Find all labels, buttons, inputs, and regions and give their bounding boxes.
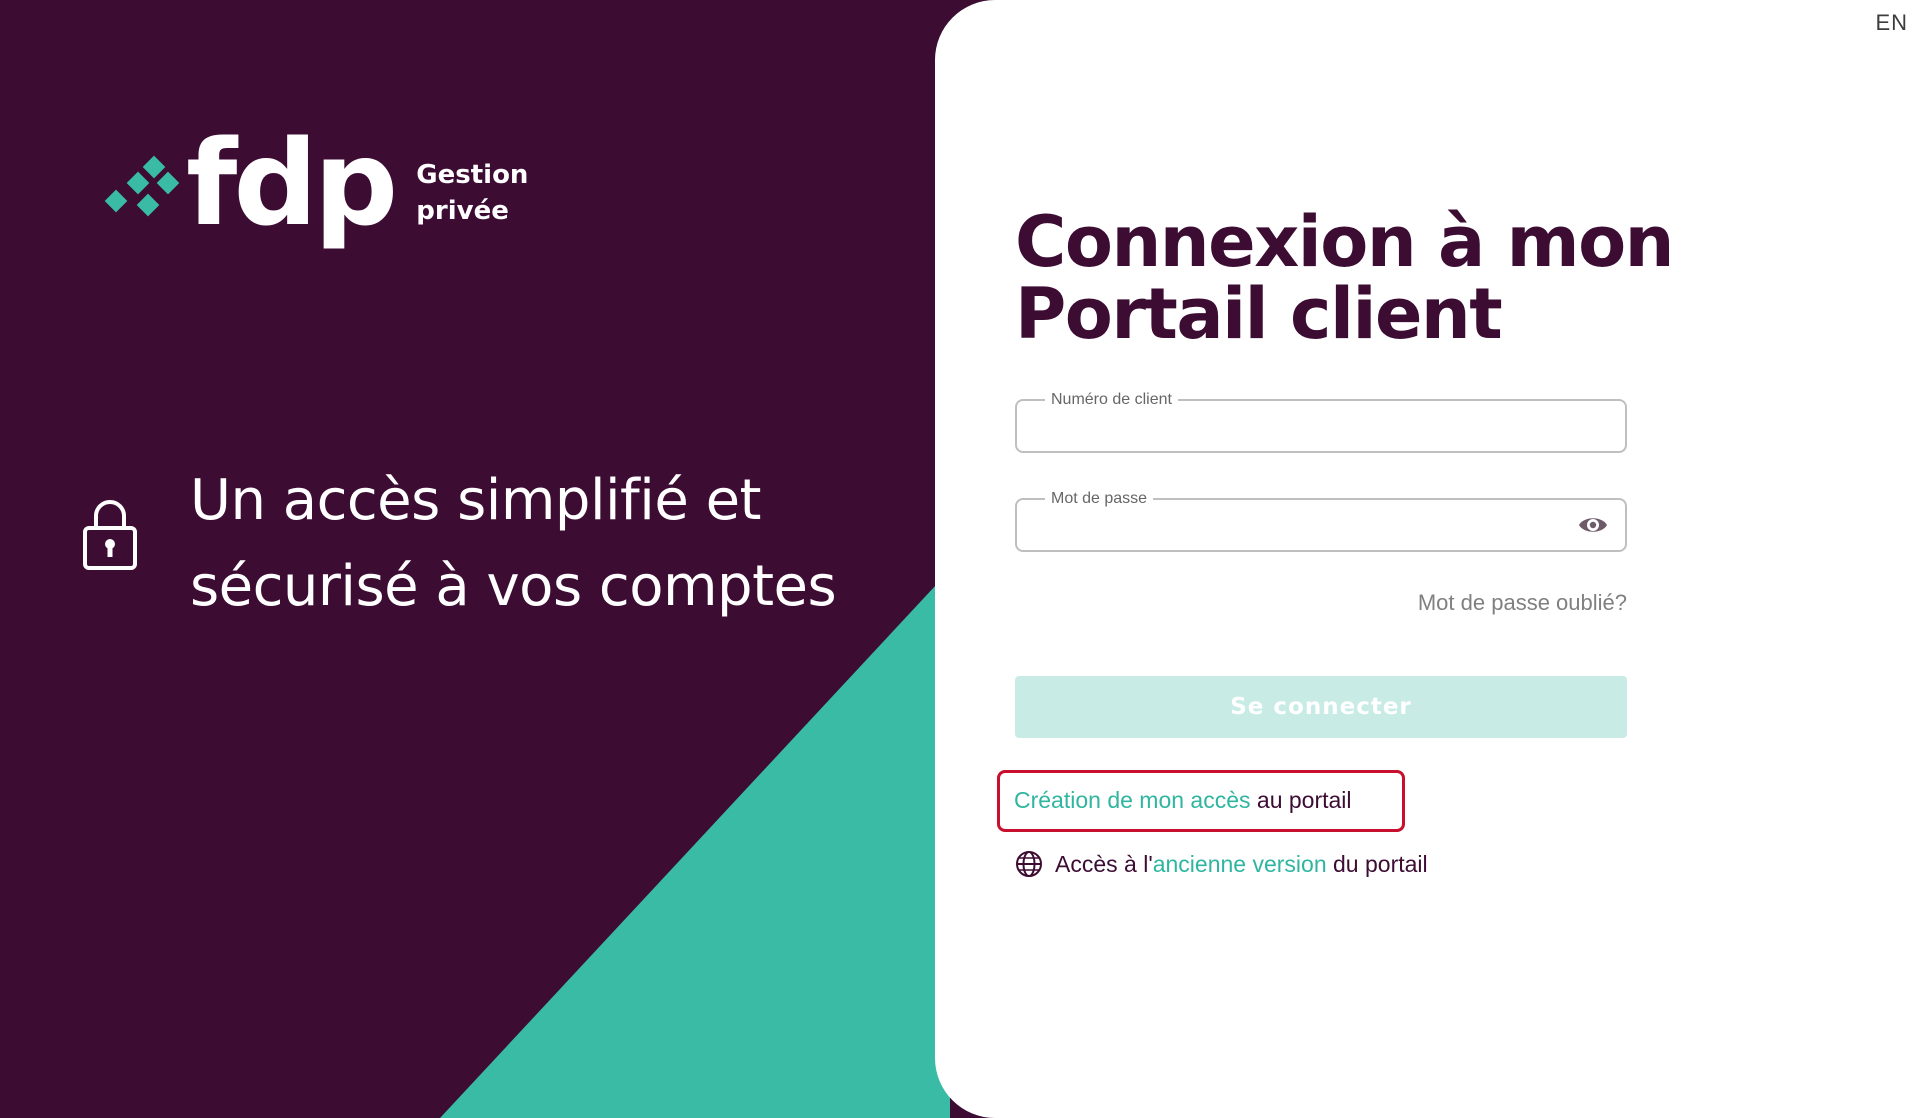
login-page: fdp Gestion privée Un accès simplifié et…	[0, 0, 1920, 1118]
diamond-cluster-icon	[104, 155, 180, 217]
page-title-line2: Portail client	[1015, 273, 1503, 355]
brand-logo: fdp Gestion privée	[100, 124, 528, 242]
brand-subtitle-line1: Gestion	[416, 160, 529, 190]
password-input[interactable]	[1017, 500, 1625, 550]
brand-wordmark: fdp	[186, 114, 398, 252]
password-field: Mot de passe	[1015, 489, 1627, 552]
page-title: Connexion à mon Portail client	[1015, 201, 1675, 355]
client-number-input[interactable]	[1017, 401, 1625, 451]
lock-icon	[83, 500, 137, 570]
tagline-line1: Un accès simplifié et	[190, 468, 762, 533]
old-version-link[interactable]: ancienne version	[1153, 851, 1327, 878]
brand-subtitle: Gestion privée	[416, 157, 528, 229]
create-access-link[interactable]: Création de mon accès	[1014, 787, 1251, 813]
language-switch-button[interactable]: EN	[1875, 10, 1908, 36]
tagline-block: Un accès simplifié et sécurisé à vos com…	[82, 458, 837, 630]
forgot-password-link[interactable]: Mot de passe oublié?	[1015, 590, 1627, 616]
globe-icon	[1016, 851, 1042, 877]
brand-subtitle-line2: privée	[416, 196, 509, 226]
eye-icon[interactable]	[1577, 512, 1609, 538]
tagline-text: Un accès simplifié et sécurisé à vos com…	[190, 458, 837, 630]
create-access-line: Création de mon accès au portail	[1014, 787, 1352, 814]
old-version-suffix: du portail	[1333, 850, 1428, 877]
create-access-highlight: Création de mon accès au portail	[997, 770, 1405, 832]
login-panel: EN Connexion à mon Portail client Numéro…	[935, 0, 1920, 1118]
old-version-prefix: Accès à l'	[1055, 850, 1153, 877]
create-access-suffix: au portail	[1256, 787, 1352, 813]
login-button[interactable]: Se connecter	[1015, 676, 1627, 738]
old-version-line: Accès à l' ancienne version du portail	[1015, 850, 1428, 878]
client-number-field: Numéro de client	[1015, 390, 1627, 453]
page-title-line1: Connexion à mon	[1015, 201, 1675, 283]
tagline-line2: sécurisé à vos comptes	[190, 554, 837, 619]
